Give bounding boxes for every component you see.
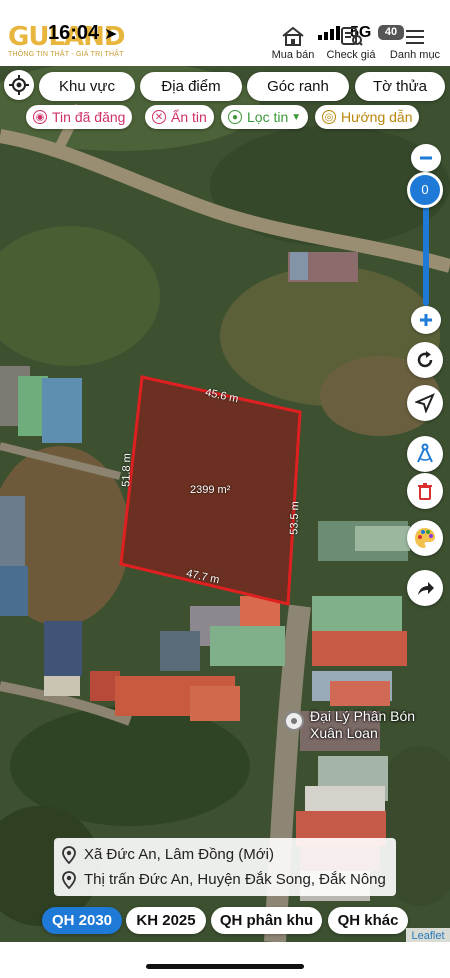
share-button[interactable] [407,570,443,606]
zoom-out-button[interactable] [411,144,441,172]
poi-name-line1: Đại Lý Phân Bón [310,708,416,724]
check-price-label: Check giá [326,49,376,61]
guide-chip[interactable]: ◎ Hướng dẫn [315,105,420,129]
hide-x-icon: ✕ [152,110,166,124]
check-price-button[interactable]: Check giá [316,26,386,61]
navigation-arrow-icon [415,393,435,413]
category-button[interactable]: Danh mục [380,26,450,61]
posted-label: Tin đã đăng [52,109,126,125]
filter-parcel-button[interactable]: Tờ thửa [355,72,445,101]
land-lot-overlay[interactable] [0,66,450,942]
address-line-old: Thị trấn Đức An, Huyện Đắk Song, Đắk Nôn… [62,867,388,892]
logo-tagline: THÔNG TIN THẬT - GIÁ TRỊ THẬT [8,51,124,58]
location-arrow-icon: ➤ [104,26,118,43]
lot-area-label: 2399 m² [190,484,231,496]
poi-name-line2: Xuân Loan [310,725,378,741]
guide-icon: ◎ [322,110,336,124]
locate-me-button[interactable] [4,70,34,100]
filter-place-button[interactable]: Địa điểm [140,72,242,101]
zoom-in-button[interactable] [411,306,441,334]
map-pin-icon: ● [228,110,242,124]
guide-label: Hướng dẫn [341,109,413,125]
hide-label: Ẩn tin [171,109,207,125]
hide-listings-chip[interactable]: ✕ Ẩn tin [145,105,214,129]
posted-listings-chip[interactable]: ◉ Tin đã đăng [26,105,133,129]
filter-corner-button[interactable]: Góc ranh [247,72,349,101]
status-time: 16:04 [48,22,100,44]
trash-icon [418,483,432,500]
home-indicator[interactable] [146,964,304,969]
app-header: GULAND THÔNG TIN THẬT - GIÁ TRỊ THẬT 16:… [0,0,450,66]
address-line1-text: Xã Đức An, Lâm Đồng (Mới) [84,846,274,863]
posted-icon: ◉ [33,110,47,124]
measure-tool-button[interactable] [407,436,443,472]
refresh-icon [417,351,433,368]
filter-listings-chip[interactable]: ● Lọc tin ▼ [221,105,309,129]
minus-icon [420,156,432,160]
layer-style-button[interactable] [407,520,443,556]
address-panel: Xã Đức An, Lâm Đồng (Mới) Thị trấn Đức A… [54,838,396,896]
map-pin-outline-icon [62,870,76,889]
tab-qh-phan-khu[interactable]: QH phân khu [211,907,322,934]
share-arrow-icon [418,582,434,595]
palette-icon [415,528,435,548]
lot-edge-left: 51.8 m [120,452,134,488]
tab-qh-2030[interactable]: QH 2030 [42,907,122,934]
satellite-map[interactable]: 45.6 m 51.8 m 53.5 m 47.7 m 2399 m² Đại … [0,66,450,942]
plus-icon [420,314,432,326]
filter-label: Lọc tin [247,109,289,125]
category-label: Danh mục [389,49,441,61]
delete-button[interactable] [407,473,443,509]
home-indicator-area [0,942,450,978]
refresh-button[interactable] [407,342,443,378]
menu-icon [380,26,450,46]
price-check-icon [316,26,386,46]
filter-area-button[interactable]: Khu vực [39,72,135,101]
poi-label[interactable]: Đại Lý Phân Bón Xuân Loan [310,708,415,742]
tab-qh-khac[interactable]: QH khác [328,907,408,934]
map-pin-outline-icon [62,845,76,864]
address-line2-text: Thị trấn Đức An, Huyện Đắk Song, Đắk Nôn… [84,871,386,888]
address-line-new: Xã Đức An, Lâm Đồng (Mới) [62,842,388,867]
compass-drawing-icon [417,443,433,463]
lot-edge-right: 53.5 m [288,500,302,536]
chevron-down-icon: ▼ [291,111,302,123]
zoom-slider-handle[interactable]: 0 [407,172,443,208]
navigate-button[interactable] [407,385,443,421]
crosshair-icon [9,75,29,95]
tab-kh-2025[interactable]: KH 2025 [126,907,206,934]
poi-marker-icon[interactable] [284,711,304,731]
